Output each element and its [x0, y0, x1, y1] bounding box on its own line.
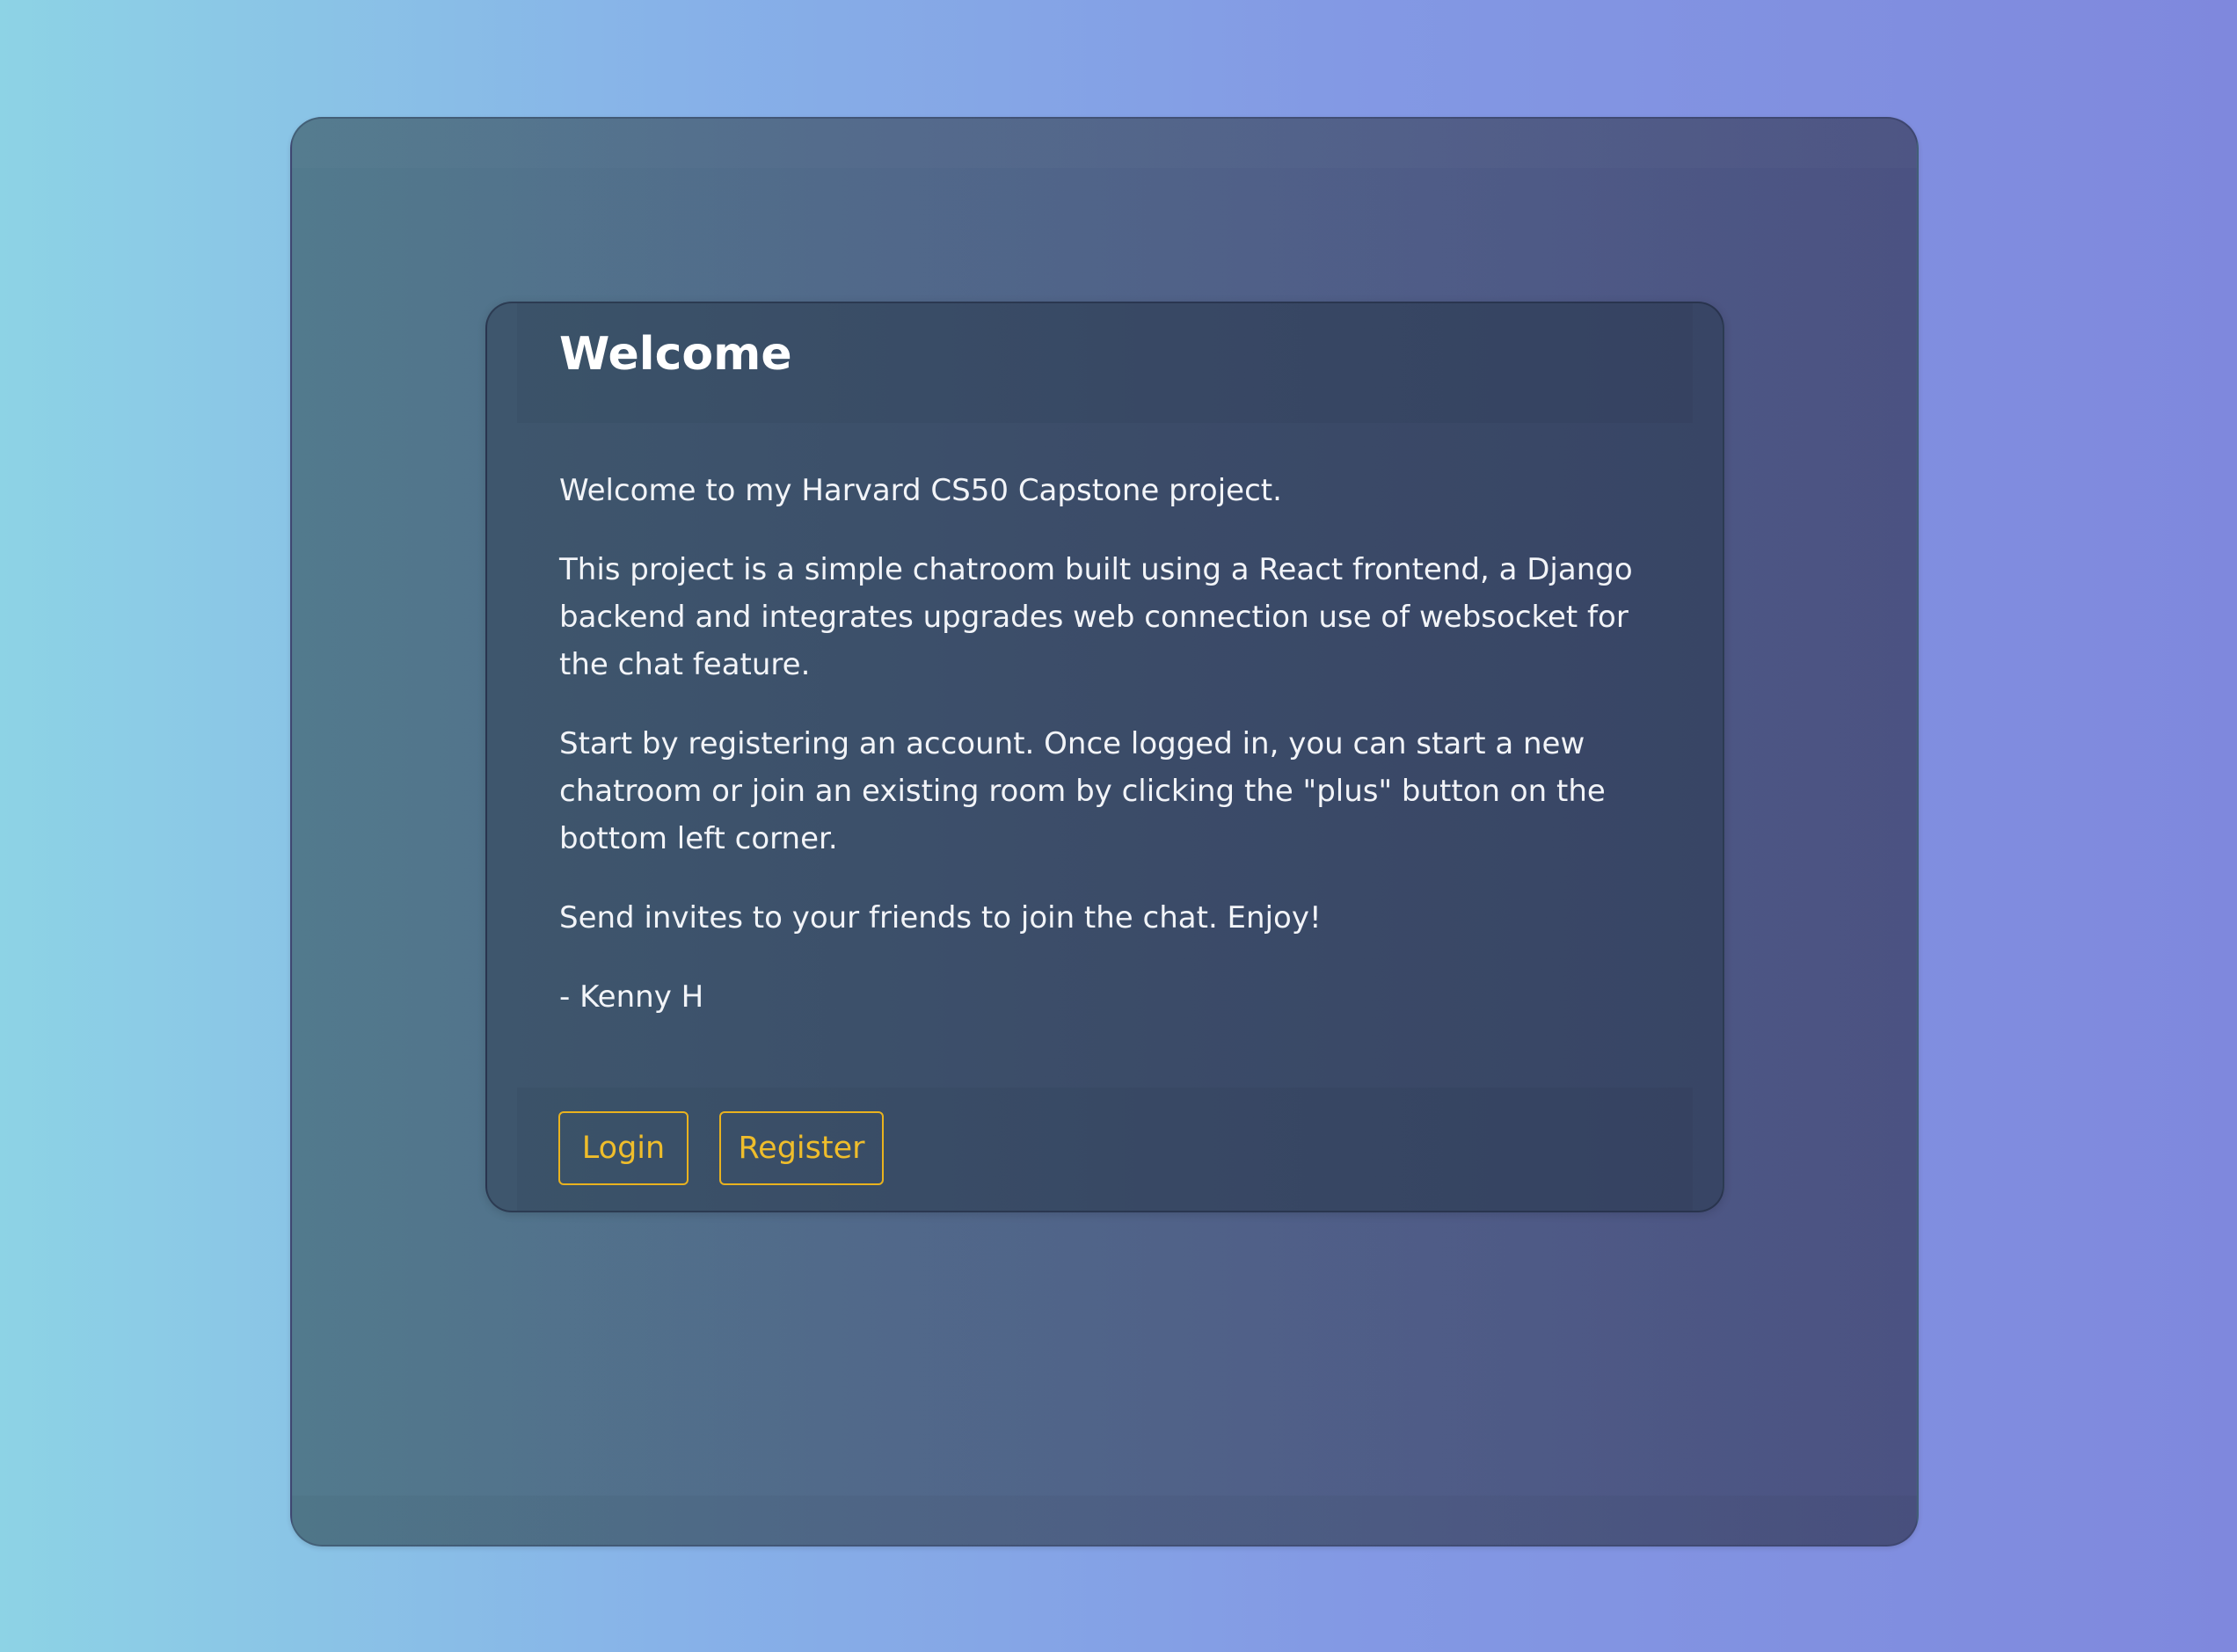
invite-paragraph: Send invites to your friends to join the…: [559, 900, 1322, 935]
card-title: Welcome: [559, 328, 792, 381]
outer-container-top-band: [292, 119, 1917, 168]
outer-container-bottom-band: [292, 1496, 1917, 1545]
card-body: Welcome to my Harvard CS50 Capstone proj…: [559, 467, 1667, 1052]
welcome-card: Welcome Welcome to my Harvard CS50 Capst…: [485, 302, 1724, 1212]
instructions-paragraph: Start by registering an account. Once lo…: [559, 726, 1606, 856]
register-button[interactable]: Register: [719, 1111, 884, 1185]
card-footer: [517, 1088, 1693, 1211]
login-button[interactable]: Login: [558, 1111, 689, 1185]
intro-paragraph: Welcome to my Harvard CS50 Capstone proj…: [559, 473, 1282, 508]
description-paragraph: This project is a simple chatroom built …: [559, 552, 1633, 682]
signature: - Kenny H: [559, 979, 704, 1015]
